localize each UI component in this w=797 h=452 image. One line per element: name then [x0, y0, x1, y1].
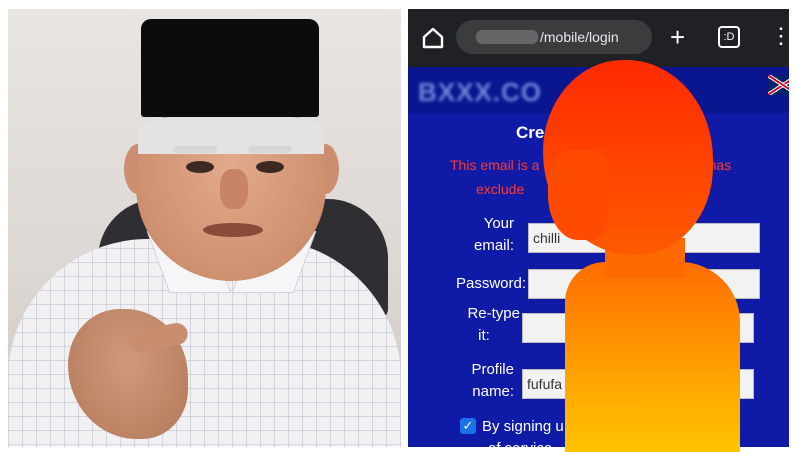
terms-text: By signing u of service	[482, 416, 564, 447]
email-label-line2: email:	[473, 237, 514, 254]
terms-checkbox[interactable]: ✓	[460, 418, 476, 434]
site-logo[interactable]: BXXX.CO	[418, 77, 542, 108]
profile-label-line1: Profile	[471, 361, 514, 378]
portrait-photo	[8, 9, 401, 447]
retype-label-line2: it:	[478, 327, 490, 344]
browser-toolbar: /mobile/login + :D ⋮	[408, 9, 789, 67]
password-label: Password:	[455, 275, 526, 292]
uk-flag-icon[interactable]	[768, 75, 789, 95]
silhouette-body	[565, 262, 740, 452]
retype-label-line1: Re-type	[467, 305, 520, 322]
nose	[220, 169, 248, 209]
home-icon[interactable]	[420, 25, 446, 51]
tab-switcher-button[interactable]: :D	[718, 26, 740, 48]
black-peci-cap	[141, 19, 319, 117]
terms-line2: of service	[482, 438, 564, 447]
email-label-line1: Your	[483, 215, 514, 232]
menu-icon[interactable]: ⋮	[770, 23, 789, 49]
eyebrow-right	[248, 146, 292, 153]
warning-line-1-start: This email is a	[450, 157, 540, 173]
address-bar[interactable]: /mobile/login	[456, 20, 652, 54]
grey-hair	[138, 114, 324, 154]
profile-label-line2: name:	[472, 383, 514, 400]
blurred-domain	[476, 30, 538, 44]
url-text: /mobile/login	[540, 29, 619, 45]
eyebrow-left	[173, 146, 217, 153]
email-label: Your email:	[464, 213, 514, 257]
new-tab-button[interactable]: +	[670, 23, 685, 51]
eye-right	[256, 161, 284, 173]
terms-line1: By signing u	[482, 418, 564, 435]
warning-line-2-start: exclude	[476, 181, 525, 197]
mouth	[203, 223, 263, 237]
silhouette-face	[548, 150, 608, 240]
retype-label: Re-type it:	[448, 303, 520, 347]
profile-label: Profile name:	[454, 359, 514, 403]
eye-left	[186, 161, 214, 173]
